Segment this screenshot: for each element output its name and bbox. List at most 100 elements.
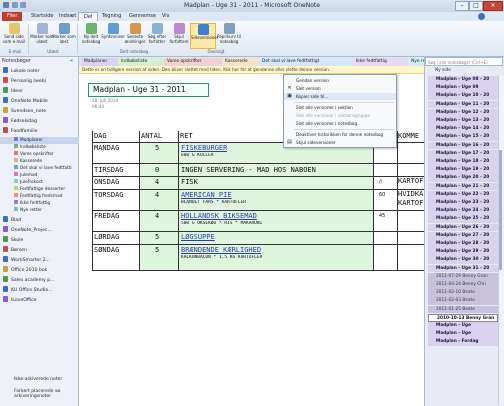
table-cell-day[interactable]: SØNDAG <box>94 245 119 255</box>
tab-review[interactable]: Gennemse <box>124 12 161 21</box>
sync-button[interactable]: Synkroniser <box>101 23 125 47</box>
table-cell-count[interactable]: 5 <box>155 143 159 153</box>
tab-file[interactable]: Filer <box>2 12 23 21</box>
page-tab[interactable]: Madplan - Uge 09 <box>428 84 498 93</box>
table-cell-dish[interactable]: AMERICAN PIE <box>181 190 232 200</box>
table-cell-count[interactable]: 4 <box>155 177 159 187</box>
table-cell-comment[interactable]: HVIDKA KARTOF <box>398 190 424 208</box>
table-cell-time[interactable]: 60 <box>379 190 385 200</box>
page-tab[interactable]: Madplan - Uge 14 - 20 <box>428 125 498 134</box>
table-cell-day[interactable]: TORSDAG <box>94 190 124 200</box>
menu-item[interactable]: Gendan version <box>284 77 396 84</box>
table-cell-dish[interactable]: INGEN SERVERING - MAD HOS NABOEN <box>181 165 316 175</box>
page-tab[interactable]: Madplan - Uge 08 - 20 <box>428 76 498 84</box>
misplaced-sections-link[interactable]: Forkert placerede sø arkiveringsnoter <box>0 389 78 401</box>
new-page-button[interactable]: Ny side <box>425 67 503 75</box>
page-tab[interactable]: Madplan - Uge 15 - 20 <box>428 133 498 142</box>
table-cell-dish[interactable]: HOLLANDSK BIKSEMAD <box>181 211 257 221</box>
notebook-item[interactable]: Personlig (web) <box>0 77 78 86</box>
table-cell-dish-note[interactable]: KALKUNBACON * 1,5 KG KARTOFLER <box>181 255 262 261</box>
page-tab[interactable]: Madplan - Uge 28 - 20 <box>428 240 498 248</box>
page-tab[interactable]: Madplan - Uge 29 - 20 <box>428 248 498 257</box>
page-tab[interactable]: Madplan - Fordag <box>428 338 498 347</box>
recent-edits-button[interactable]: Seneste ændringer <box>123 23 147 47</box>
notebook-item[interactable]: Office 2010 bok <box>0 266 78 275</box>
notebook-item[interactable]: Skole <box>0 236 78 245</box>
page-tab[interactable]: Madplan - Uge 20 - 20 <box>428 174 498 183</box>
page-tab[interactable]: Madplan - Uge 30 - 20 <box>428 256 498 265</box>
page-tab[interactable]: Madplan - Uge 17 - 20 <box>428 149 498 158</box>
notebook-item[interactable]: Børsen <box>0 246 78 255</box>
new-shared-notebook-button[interactable]: Ny delt notesbog <box>79 23 103 47</box>
section-tab[interactable]: Indkøbsliste <box>118 58 168 66</box>
table-cell-dish-note[interactable]: 600 G KULLER <box>181 153 214 159</box>
notebook-item[interactable]: WorkSmarter 2... <box>0 256 78 265</box>
page-version-tab[interactable]: 2011-01-25 Beate <box>428 305 498 314</box>
page-versions-button[interactable]: Sideversioner <box>190 23 218 49</box>
section-tab[interactable]: Madplaner <box>81 58 122 66</box>
menu-item[interactable]: Deaktiver historikken for denne notesbog <box>284 131 396 138</box>
table-cell-day[interactable]: FREDAG <box>94 211 119 221</box>
page-tab[interactable]: Madplan - Uge 31 - 20 <box>428 264 498 273</box>
menu-item[interactable]: ✕ Slet version <box>284 85 396 92</box>
mark-read-button[interactable]: Marker som læst <box>52 23 76 47</box>
minimize-button[interactable]: – <box>455 1 469 11</box>
page-tab[interactable]: Madplan - Uge 11 - 20 <box>428 100 498 109</box>
table-cell-count[interactable]: 0 <box>155 165 159 175</box>
tab-view[interactable]: Vis <box>157 12 174 21</box>
email-page-button[interactable]: Send side som e-mail <box>2 23 26 47</box>
collapse-nav-icon[interactable]: « <box>70 58 73 64</box>
page-tab[interactable]: Madplan - Uge 21 - 20 <box>428 182 498 191</box>
section-tab[interactable]: Vores opskrifter <box>164 58 226 66</box>
page-tab[interactable]: Madplan - Uge 18 - 20 <box>428 158 498 166</box>
page-tab[interactable]: Madplan - Uge 16 - 20 <box>428 141 498 150</box>
notebook-item[interactable]: Lokale noter <box>0 67 78 76</box>
table-cell-day[interactable]: ONSDAG <box>94 177 119 187</box>
section-tab[interactable]: Kasserede <box>222 58 263 66</box>
menu-item[interactable]: Slet alle versioner i notesbog <box>284 120 396 127</box>
table-cell-time[interactable]: 45 <box>379 211 385 221</box>
page-tab[interactable]: Madplan - Uge <box>428 322 498 330</box>
page-version-tab[interactable]: 2011-04-24 Benny Chri <box>428 281 498 289</box>
table-cell-day[interactable]: LØRDAG <box>94 232 119 242</box>
notebook-item[interactable]: OneNote Mobile <box>0 97 78 106</box>
section-tab[interactable]: Det skal vi lave fedtfattigt <box>259 58 357 66</box>
mark-unread-button[interactable]: Marker som ulæst <box>30 23 54 47</box>
page-version-tab[interactable]: 2011-02-10 Beate <box>428 289 498 298</box>
table-cell-dish-note[interactable]: BLANDET FARS * KARTOFLER <box>181 200 246 206</box>
notebook-item[interactable]: Blad <box>0 216 78 225</box>
page-tab[interactable]: Madplan - Uge 26 - 20 <box>428 223 498 232</box>
page-tab[interactable]: Madplan - Uge 19 - 20 <box>428 166 498 175</box>
page-title[interactable]: Madplan - Uge 31 - 2011 <box>88 83 209 97</box>
notebook-item[interactable]: Fødselsdag <box>0 117 78 126</box>
menu-item[interactable]: ▤ Skjul sideversioner <box>284 139 396 146</box>
table-cell-dish[interactable]: BRÆNDENDE KÆRLIGHED <box>181 245 261 255</box>
scrollbar-thumb[interactable] <box>499 150 502 270</box>
notebook-item[interactable]: KU Office Studie... <box>0 286 78 295</box>
page-tab[interactable]: Madplan - Uge 12 - 20 <box>428 108 498 117</box>
notebook-recycle-bin-button[interactable]: Papirkurv til notesbog <box>217 23 241 47</box>
page-tab[interactable]: Madplan - Uge 25 - 20 <box>428 215 498 224</box>
notebook-item[interactable]: Sales academy p... <box>0 276 78 285</box>
table-cell-day[interactable]: MANDAG <box>94 143 119 153</box>
notebook-item[interactable]: OneNote_Projec... <box>0 226 78 235</box>
unfiled-notes-link[interactable]: Ikke-arkiverede noter <box>0 377 78 389</box>
table-cell-dish-note[interactable]: 500 G OKSEKØD * RIS * MAKARONI <box>181 221 262 227</box>
table-cell-count[interactable]: 4 <box>155 211 159 221</box>
page-tab[interactable]: Madplan - Uge 23 - 20 <box>428 199 498 207</box>
table-cell-dish[interactable]: LØGSUPPE <box>181 232 215 242</box>
menu-item[interactable]: Slet alle versioner i sektion <box>284 104 396 111</box>
close-button[interactable]: ✕ <box>483 1 503 11</box>
table-cell-count[interactable]: 5 <box>155 232 159 242</box>
notebook-item[interactable]: Ideer <box>0 87 78 96</box>
notebook-item[interactable]: Foodfamilie <box>0 127 78 136</box>
notebook-item[interactable]: ILoveOffice <box>0 296 78 305</box>
page-tab[interactable]: Madplan - Uge 13 - 20 <box>428 117 498 125</box>
table-cell-dish[interactable]: FISK <box>181 177 198 187</box>
find-by-author-button[interactable]: Søg efter forfatter <box>145 23 169 47</box>
page-version-tab[interactable]: 2011-07-29 Benny Gran <box>428 272 498 281</box>
table-cell-count[interactable]: 4 <box>155 190 159 200</box>
maximize-button[interactable]: □ <box>469 1 483 11</box>
hide-authors-button[interactable]: Skjul forfattere <box>167 23 191 47</box>
page-tab[interactable]: Madplan - Uge 24 - 20 <box>428 207 498 216</box>
